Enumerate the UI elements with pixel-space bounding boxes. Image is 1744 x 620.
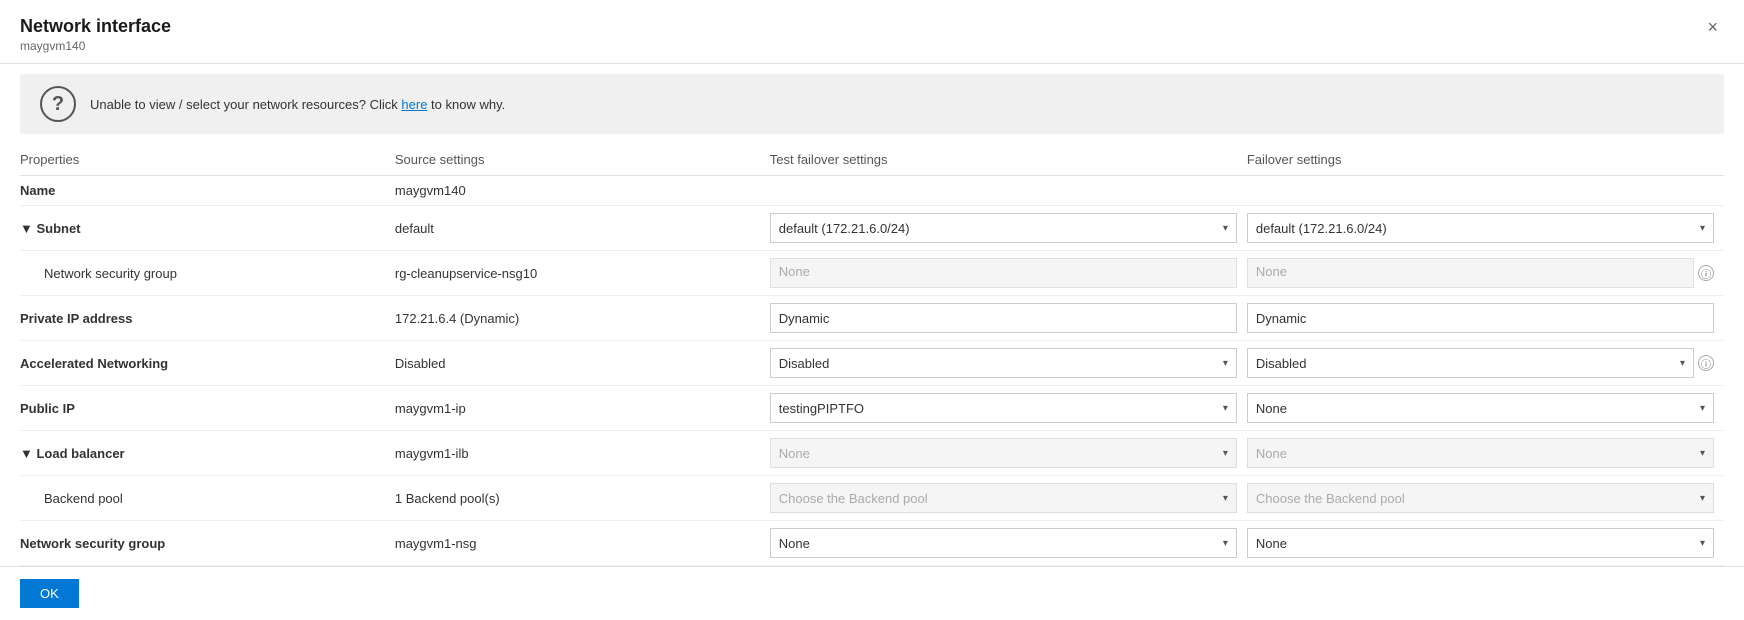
subnet-tf-dropdown[interactable]: default (172.21.6.0/24)▾ <box>770 213 1237 243</box>
table-row: ▼ Load balancermaygvm1-ilbNone▾None▾ <box>20 431 1724 476</box>
public-ip-tf-dropdown[interactable]: testingPIPTFO▾ <box>770 393 1237 423</box>
private-ip-tf-input[interactable] <box>770 303 1237 333</box>
source-cell-subnet: default <box>395 206 770 251</box>
public-ip-tf-chevron-icon: ▾ <box>1223 403 1228 414</box>
nsg-tf-text: None <box>770 258 1237 288</box>
test-failover-cell-nsg: None <box>770 251 1247 296</box>
test-failover-cell-public-ip: testingPIPTFO▾ <box>770 386 1247 431</box>
question-icon: ? <box>40 86 76 122</box>
nsg2-tf-dropdown[interactable]: None▾ <box>770 528 1237 558</box>
nsg2-tf-chevron-icon: ▾ <box>1223 538 1228 549</box>
dialog-title: Network interface <box>20 16 171 37</box>
failover-cell-private-ip <box>1247 296 1724 341</box>
source-cell-private-ip: 172.21.6.4 (Dynamic) <box>395 296 770 341</box>
table-row: Namemaygvm140 <box>20 176 1724 206</box>
backend-pool-fo-dropdown[interactable]: Choose the Backend pool▾ <box>1247 483 1714 513</box>
source-cell-name: maygvm140 <box>395 176 770 206</box>
dialog-subtitle: maygvm140 <box>20 39 171 53</box>
backend-pool-fo-chevron-icon: ▾ <box>1700 493 1705 504</box>
acc-networking-fo-chevron-icon: ▾ <box>1680 358 1685 369</box>
test-failover-cell-acc-networking: Disabled▾ <box>770 341 1247 386</box>
source-cell-load-balancer: maygvm1-ilb <box>395 431 770 476</box>
source-cell-nsg: rg-cleanupservice-nsg10 <box>395 251 770 296</box>
failover-cell-nsg: Noneⓘ <box>1247 251 1724 296</box>
banner-link[interactable]: here <box>401 97 427 112</box>
table-row: Backend pool1 Backend pool(s)Choose the … <box>20 476 1724 521</box>
property-cell-load-balancer: ▼ Load balancer <box>20 431 395 476</box>
close-button[interactable]: × <box>1701 16 1724 38</box>
property-cell-subnet: ▼ Subnet <box>20 206 395 251</box>
title-group: Network interface maygvm140 <box>20 16 171 53</box>
col-properties: Properties <box>20 144 395 176</box>
table-row: Network security groupmaygvm1-nsgNone▾No… <box>20 521 1724 566</box>
acc-networking-fo-dropdown[interactable]: Disabled▾ <box>1247 348 1694 378</box>
nsg2-fo-chevron-icon: ▾ <box>1700 538 1705 549</box>
failover-cell-acc-networking: Disabled▾ⓘ <box>1247 341 1724 386</box>
public-ip-fo-chevron-icon: ▾ <box>1700 403 1705 414</box>
col-failover: Failover settings <box>1247 144 1724 176</box>
source-cell-public-ip: maygvm1-ip <box>395 386 770 431</box>
subnet-fo-dropdown[interactable]: default (172.21.6.0/24)▾ <box>1247 213 1714 243</box>
banner-text-before: Unable to view / select your network res… <box>90 97 401 112</box>
failover-cell-load-balancer: None▾ <box>1247 431 1724 476</box>
property-cell-public-ip: Public IP <box>20 386 395 431</box>
test-failover-cell-private-ip <box>770 296 1247 341</box>
acc-networking-fo-info-icon[interactable]: ⓘ <box>1698 355 1714 371</box>
nsg2-fo-dropdown[interactable]: None▾ <box>1247 528 1714 558</box>
table-header-row: Properties Source settings Test failover… <box>20 144 1724 176</box>
source-cell-backend-pool: 1 Backend pool(s) <box>395 476 770 521</box>
test-failover-cell-nsg2: None▾ <box>770 521 1247 566</box>
test-failover-cell-load-balancer: None▾ <box>770 431 1247 476</box>
private-ip-fo-input[interactable] <box>1247 303 1714 333</box>
table-row: Private IP address172.21.6.4 (Dynamic) <box>20 296 1724 341</box>
failover-cell-subnet: default (172.21.6.0/24)▾ <box>1247 206 1724 251</box>
backend-pool-tf-dropdown[interactable]: Choose the Backend pool▾ <box>770 483 1237 513</box>
properties-table: Properties Source settings Test failover… <box>20 144 1724 566</box>
source-cell-nsg2: maygvm1-nsg <box>395 521 770 566</box>
failover-cell-public-ip: None▾ <box>1247 386 1724 431</box>
subnet-tf-chevron-icon: ▾ <box>1223 223 1228 234</box>
backend-pool-tf-chevron-icon: ▾ <box>1223 493 1228 504</box>
public-ip-fo-dropdown[interactable]: None▾ <box>1247 393 1714 423</box>
table-row: Network security grouprg-cleanupservice-… <box>20 251 1724 296</box>
col-test-failover: Test failover settings <box>770 144 1247 176</box>
failover-cell-nsg2: None▾ <box>1247 521 1724 566</box>
table-row: Accelerated NetworkingDisabledDisabled▾D… <box>20 341 1724 386</box>
source-cell-acc-networking: Disabled <box>395 341 770 386</box>
table-row: Public IPmaygvm1-iptestingPIPTFO▾ None▾ <box>20 386 1724 431</box>
property-cell-private-ip: Private IP address <box>20 296 395 341</box>
col-source: Source settings <box>395 144 770 176</box>
load-balancer-fo-chevron-icon: ▾ <box>1700 448 1705 459</box>
property-cell-backend-pool: Backend pool <box>20 476 395 521</box>
subnet-fo-chevron-icon: ▾ <box>1700 223 1705 234</box>
load-balancer-fo-dropdown[interactable]: None▾ <box>1247 438 1714 468</box>
banner-text-after: to know why. <box>427 97 505 112</box>
table-row: ▼ Subnetdefaultdefault (172.21.6.0/24)▾d… <box>20 206 1724 251</box>
load-balancer-tf-chevron-icon: ▾ <box>1223 448 1228 459</box>
test-failover-cell-name <box>770 176 1247 206</box>
dialog-footer: OK <box>0 566 1744 620</box>
acc-networking-tf-chevron-icon: ▾ <box>1223 358 1228 369</box>
failover-cell-name <box>1247 176 1724 206</box>
nsg-fo-info-icon[interactable]: ⓘ <box>1698 265 1714 281</box>
property-cell-nsg: Network security group <box>20 251 395 296</box>
banner-text: Unable to view / select your network res… <box>90 97 505 112</box>
failover-cell-backend-pool: Choose the Backend pool▾ <box>1247 476 1724 521</box>
nsg-fo-input: None <box>1247 258 1694 288</box>
network-interface-dialog: Network interface maygvm140 × ? Unable t… <box>0 0 1744 620</box>
properties-table-container: Properties Source settings Test failover… <box>0 144 1744 566</box>
property-cell-name: Name <box>20 176 395 206</box>
ok-button[interactable]: OK <box>20 579 79 608</box>
dialog-header: Network interface maygvm140 × <box>0 0 1744 64</box>
info-banner: ? Unable to view / select your network r… <box>20 74 1724 134</box>
property-cell-nsg2: Network security group <box>20 521 395 566</box>
property-cell-acc-networking: Accelerated Networking <box>20 341 395 386</box>
test-failover-cell-subnet: default (172.21.6.0/24)▾ <box>770 206 1247 251</box>
load-balancer-tf-dropdown[interactable]: None▾ <box>770 438 1237 468</box>
test-failover-cell-backend-pool: Choose the Backend pool▾ <box>770 476 1247 521</box>
acc-networking-tf-dropdown[interactable]: Disabled▾ <box>770 348 1237 378</box>
